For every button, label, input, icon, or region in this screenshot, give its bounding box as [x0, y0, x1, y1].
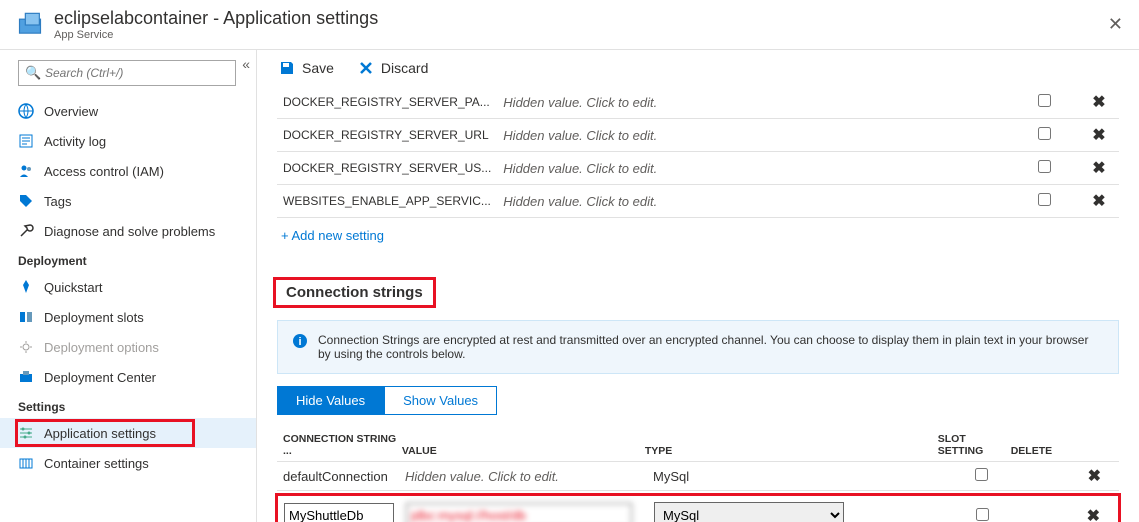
- close-button[interactable]: ✕: [1108, 14, 1123, 35]
- slot-checkbox[interactable]: [1038, 193, 1051, 206]
- slot-checkbox[interactable]: [976, 508, 989, 521]
- sidebar-item-deployment-center[interactable]: Deployment Center: [0, 362, 256, 392]
- sidebar-item-container-settings[interactable]: Container settings: [0, 448, 256, 478]
- save-button[interactable]: Save: [279, 60, 334, 76]
- container-icon: [18, 455, 34, 471]
- conn-type-select[interactable]: MySql: [654, 502, 844, 522]
- sidebar-item-quickstart[interactable]: Quickstart: [0, 272, 256, 302]
- app-settings-table: DOCKER_REGISTRY_SERVER_PA...Hidden value…: [277, 86, 1119, 218]
- add-setting-link[interactable]: + Add new setting: [277, 218, 388, 253]
- svg-text:i: i: [298, 336, 301, 348]
- connection-strings-heading: Connection strings: [273, 277, 436, 308]
- delete-button[interactable]: ✖: [1079, 152, 1119, 185]
- delete-button[interactable]: ✖: [1079, 86, 1119, 119]
- sidebar-item-application-settings[interactable]: Application settings: [0, 418, 256, 448]
- app-service-icon: [16, 11, 44, 39]
- sidebar-item-deployment-slots[interactable]: Deployment slots: [0, 302, 256, 332]
- conn-table-header: CONNECTION STRING ... VALUE TYPE SLOT SE…: [277, 429, 1119, 462]
- sidebar-item-access-control[interactable]: Access control (IAM): [0, 156, 256, 186]
- page-title: eclipselabcontainer - Application settin…: [54, 8, 378, 29]
- conn-name-input[interactable]: [284, 503, 394, 522]
- info-banner: i Connection Strings are encrypted at re…: [277, 320, 1119, 374]
- log-icon: [18, 133, 34, 149]
- rocket-icon: [18, 279, 34, 295]
- search-input[interactable]: [18, 60, 236, 86]
- sidebar-item-tags[interactable]: Tags: [0, 186, 256, 216]
- table-row[interactable]: DOCKER_REGISTRY_SERVER_US...Hidden value…: [277, 152, 1119, 185]
- collapse-sidebar-icon[interactable]: «: [242, 56, 250, 72]
- table-row[interactable]: DOCKER_REGISTRY_SERVER_PA...Hidden value…: [277, 86, 1119, 119]
- conn-row-editing[interactable]: MySql ✖: [282, 500, 1114, 522]
- sidebar-group-settings: Settings: [0, 392, 256, 418]
- tag-icon: [18, 193, 34, 209]
- globe-icon: [18, 103, 34, 119]
- window-header: eclipselabcontainer - Application settin…: [0, 0, 1139, 50]
- sidebar-item-overview[interactable]: Overview: [0, 96, 256, 126]
- slot-checkbox[interactable]: [1038, 94, 1051, 107]
- info-icon: i: [292, 333, 308, 361]
- sidebar-item-deployment-options: Deployment options: [0, 332, 256, 362]
- show-values-button[interactable]: Show Values: [384, 386, 497, 415]
- sidebar-item-activity-log[interactable]: Activity log: [0, 126, 256, 156]
- slot-checkbox[interactable]: [975, 468, 988, 481]
- page-subtitle: App Service: [54, 29, 378, 41]
- sidebar: « 🔍 Overview Activity log Access control…: [0, 50, 257, 522]
- search-icon: 🔍: [25, 65, 41, 81]
- wrench-icon: [18, 223, 34, 239]
- center-icon: [18, 369, 34, 385]
- table-row[interactable]: WEBSITES_ENABLE_APP_SERVIC...Hidden valu…: [277, 185, 1119, 218]
- delete-button[interactable]: ✖: [1021, 466, 1113, 486]
- slot-checkbox[interactable]: [1038, 160, 1051, 173]
- delete-button[interactable]: ✖: [1079, 119, 1119, 152]
- conn-row[interactable]: defaultConnection Hidden value. Click to…: [277, 462, 1119, 491]
- table-row[interactable]: DOCKER_REGISTRY_SERVER_URLHidden value. …: [277, 119, 1119, 152]
- gear-icon: [18, 339, 34, 355]
- sidebar-group-deployment: Deployment: [0, 246, 256, 272]
- people-icon: [18, 163, 34, 179]
- slot-checkbox[interactable]: [1038, 127, 1051, 140]
- sliders-icon: [18, 425, 34, 441]
- hide-values-button[interactable]: Hide Values: [277, 386, 384, 415]
- delete-button[interactable]: ✖: [1022, 506, 1112, 522]
- sidebar-item-diagnose[interactable]: Diagnose and solve problems: [0, 216, 256, 246]
- highlight-marker: MySql ✖: [275, 493, 1121, 522]
- conn-value-input[interactable]: [406, 503, 632, 522]
- slots-icon: [18, 309, 34, 325]
- delete-button[interactable]: ✖: [1079, 185, 1119, 218]
- toolbar: Save Discard: [257, 50, 1139, 86]
- discard-button[interactable]: Discard: [358, 60, 428, 76]
